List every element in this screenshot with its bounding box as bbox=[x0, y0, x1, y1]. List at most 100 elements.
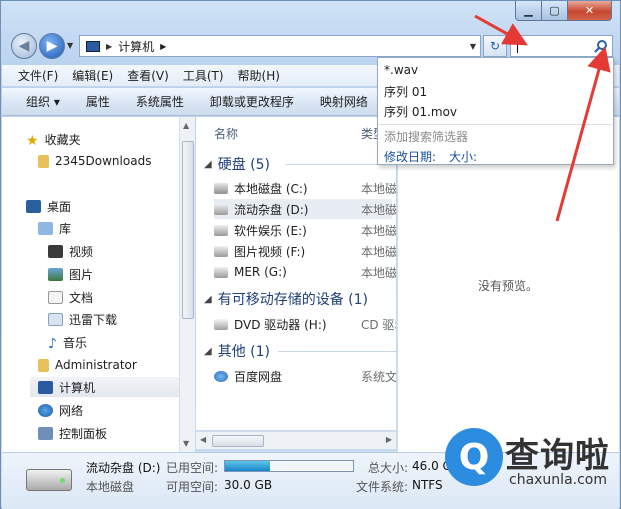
filter-size[interactable]: 大小: bbox=[449, 148, 477, 165]
collapse-icon[interactable]: ◢ bbox=[204, 294, 212, 305]
details-drive-name: 流动杂盘 (D:) bbox=[86, 461, 161, 475]
group-hard-disks[interactable]: ◢ 硬盘 (5) bbox=[204, 154, 270, 174]
back-button[interactable]: ◀ bbox=[11, 33, 37, 59]
watermark-logo: Q 查询啦 chaxunla.com bbox=[445, 426, 617, 506]
cloud-icon bbox=[214, 370, 228, 382]
drive-row-d[interactable]: 流动杂盘 (D:) 本地磁 bbox=[214, 199, 396, 219]
collapse-icon[interactable]: ◢ bbox=[204, 346, 212, 357]
forward-button[interactable]: ▶ bbox=[39, 33, 65, 59]
user-folder-icon bbox=[38, 358, 49, 372]
scroll-right-icon[interactable]: ▶ bbox=[386, 435, 392, 444]
menu-file[interactable]: 文件(F) bbox=[18, 67, 58, 84]
sidebar-item-library[interactable]: 库 bbox=[38, 218, 71, 238]
total-size-label: 总大小: bbox=[368, 461, 409, 475]
preview-pane: 没有预览。 bbox=[397, 117, 619, 452]
drive-icon bbox=[214, 245, 228, 257]
map-network-drive-button[interactable]: 映射网络 bbox=[320, 93, 368, 110]
scroll-left-icon[interactable]: ◀ bbox=[200, 435, 206, 444]
address-bar[interactable]: ▶ 计算机 ▶ ▼ bbox=[79, 35, 481, 57]
suggestion-item[interactable]: 序列 01.mov bbox=[384, 103, 457, 120]
drive-row-f[interactable]: 图片视频 (F:) 本地磁 bbox=[214, 241, 396, 261]
maximize-button[interactable]: ▢ bbox=[542, 1, 568, 21]
free-space-value: 30.0 GB bbox=[224, 478, 273, 492]
sidebar-item-computer[interactable]: 计算机 bbox=[30, 377, 180, 397]
search-icon[interactable] bbox=[594, 39, 608, 53]
suggestion-item[interactable]: *.wav bbox=[384, 63, 418, 77]
close-button[interactable]: ✕ bbox=[568, 1, 612, 21]
scrollbar-thumb[interactable] bbox=[212, 435, 264, 447]
scrollbar-thumb[interactable] bbox=[182, 141, 194, 319]
baidu-netdisk-row[interactable]: 百度网盘 系统文 bbox=[214, 366, 396, 386]
used-space-bar bbox=[224, 460, 354, 472]
sidebar-item-videos[interactable]: 视频 bbox=[48, 241, 93, 261]
folder-icon bbox=[48, 312, 63, 326]
recent-pages-dropdown[interactable]: ▼ bbox=[67, 41, 73, 50]
sidebar-item-downloads[interactable]: 2345Downloads bbox=[38, 151, 151, 171]
used-space-label: 已用空间: bbox=[166, 461, 219, 475]
horizontal-scrollbar[interactable]: ◀ ▶ bbox=[196, 431, 396, 449]
sidebar-item-network[interactable]: 网络 bbox=[38, 400, 83, 420]
scroll-up-icon[interactable]: ▲ bbox=[183, 121, 189, 130]
breadcrumb-computer[interactable]: 计算机 bbox=[118, 38, 154, 55]
drive-icon bbox=[26, 469, 72, 491]
suggestion-item[interactable]: 序列 01 bbox=[384, 83, 427, 100]
breadcrumb-separator-icon[interactable]: ▶ bbox=[106, 42, 112, 51]
sidebar-item-favorites[interactable]: ★ 收藏夹 bbox=[26, 129, 81, 149]
group-other[interactable]: ◢ 其他 (1) bbox=[204, 341, 270, 361]
dropdown-divider bbox=[379, 124, 612, 125]
watermark-url: chaxunla.com bbox=[509, 472, 607, 488]
sidebar-item-administrator[interactable]: Administrator bbox=[38, 355, 137, 375]
free-space-label: 可用空间: bbox=[166, 480, 219, 494]
window-controls: ▁ ▢ ✕ bbox=[515, 1, 612, 21]
refresh-icon: ↻ bbox=[489, 39, 501, 53]
navigation-pane: ★ 收藏夹 2345Downloads 桌面 库 视频 图片 文档 迅雷下载 ♪… bbox=[2, 117, 180, 452]
drive-row-dvd[interactable]: DVD 驱动器 (H:) CD 驱动 bbox=[214, 314, 396, 334]
drive-row-c[interactable]: 本地磁盘 (C:) 本地磁 bbox=[214, 178, 396, 198]
scroll-down-icon[interactable]: ▼ bbox=[183, 439, 189, 448]
group-divider bbox=[278, 351, 396, 352]
desktop-icon bbox=[26, 199, 41, 213]
watermark-text: 查询啦 bbox=[505, 436, 610, 476]
menu-help[interactable]: 帮助(H) bbox=[238, 67, 280, 84]
no-preview-text: 没有预览。 bbox=[478, 279, 539, 293]
group-removable[interactable]: ◢ 有可移动存储的设备 (1) bbox=[204, 289, 368, 309]
column-header-name[interactable]: 名称 bbox=[214, 125, 238, 142]
drive-row-e[interactable]: 软件娱乐 (E:) 本地磁 bbox=[214, 220, 396, 240]
text-caret bbox=[517, 40, 518, 53]
breadcrumb-separator-icon[interactable]: ▶ bbox=[160, 42, 166, 51]
uninstall-program-button[interactable]: 卸载或更改程序 bbox=[210, 93, 294, 110]
menu-tools[interactable]: 工具(T) bbox=[183, 67, 224, 84]
system-properties-button[interactable]: 系统属性 bbox=[136, 93, 184, 110]
refresh-button[interactable]: ↻ bbox=[483, 35, 507, 57]
collapse-icon[interactable]: ◢ bbox=[204, 159, 212, 170]
dvd-drive-icon bbox=[214, 318, 228, 330]
used-space-fill bbox=[225, 461, 270, 471]
navigation-scrollbar[interactable]: ▲ ▼ bbox=[179, 117, 195, 452]
sidebar-item-music[interactable]: ♪ 音乐 bbox=[48, 332, 87, 352]
watermark-badge: Q bbox=[445, 428, 503, 486]
file-list: 名称 类型 ◢ 硬盘 (5) 本地磁盘 (C:) 本地磁 流动杂盘 (D:) 本… bbox=[196, 117, 396, 430]
address-history-dropdown[interactable]: ▼ bbox=[470, 42, 476, 51]
filter-date-modified[interactable]: 修改日期: bbox=[384, 148, 436, 165]
minimize-button[interactable]: ▁ bbox=[515, 1, 542, 21]
watermark-badge-char: Q bbox=[458, 436, 490, 478]
drive-icon bbox=[214, 224, 228, 236]
properties-button[interactable]: 属性 bbox=[86, 93, 110, 110]
sidebar-item-pictures[interactable]: 图片 bbox=[48, 264, 93, 284]
menu-view[interactable]: 查看(V) bbox=[127, 67, 169, 84]
drive-row-g[interactable]: MER (G:) 本地磁 bbox=[214, 262, 396, 282]
video-icon bbox=[48, 244, 63, 258]
organize-button[interactable]: 组织 ▾ bbox=[26, 93, 60, 110]
sidebar-item-xunlei[interactable]: 迅雷下载 bbox=[48, 309, 117, 329]
sidebar-item-desktop[interactable]: 桌面 bbox=[26, 196, 71, 216]
file-system-value: NTFS bbox=[412, 478, 443, 492]
search-input[interactable] bbox=[510, 35, 613, 57]
sidebar-item-documents[interactable]: 文档 bbox=[48, 287, 93, 307]
menu-edit[interactable]: 编辑(E) bbox=[72, 67, 113, 84]
network-icon bbox=[38, 403, 53, 417]
library-icon bbox=[38, 221, 53, 235]
sidebar-item-control-panel[interactable]: 控制面板 bbox=[38, 423, 107, 443]
file-system-label: 文件系统: bbox=[356, 480, 409, 494]
picture-icon bbox=[48, 267, 63, 281]
computer-icon bbox=[38, 380, 53, 394]
